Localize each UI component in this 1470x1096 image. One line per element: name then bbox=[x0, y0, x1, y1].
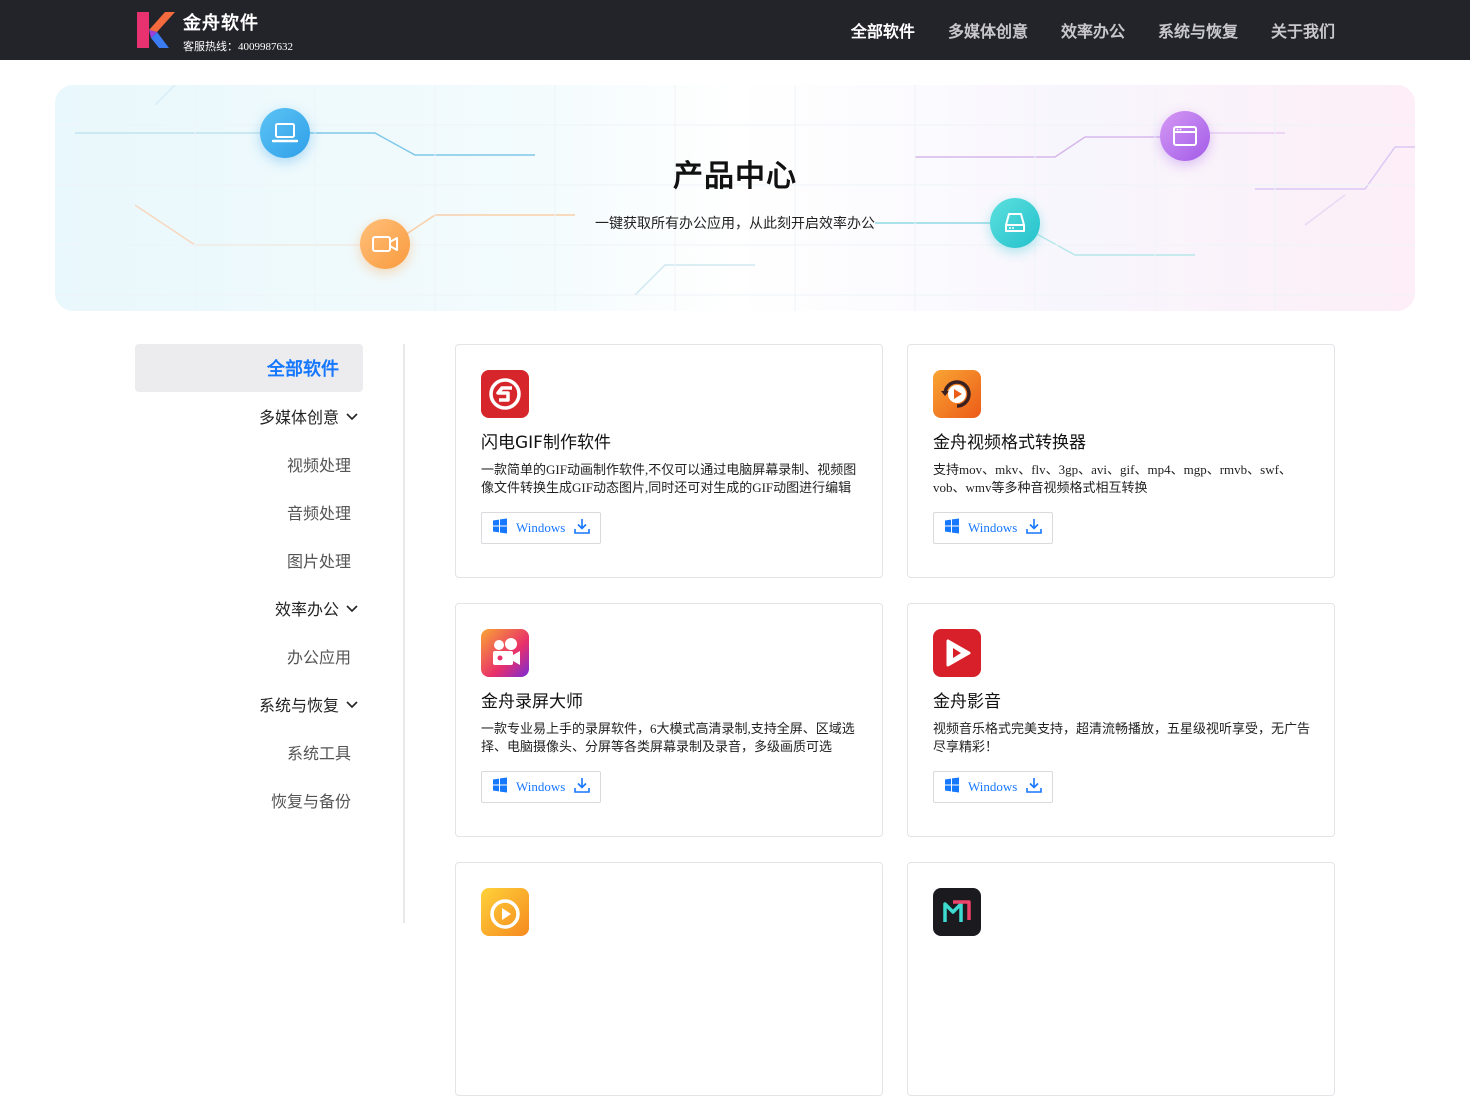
hero-circuit-lines bbox=[55, 85, 1415, 311]
product-card[interactable]: 金舟视频格式转换器 支持mov、mkv、flv、3gp、avi、gif、mp4、… bbox=[907, 344, 1335, 578]
sidebar-divider bbox=[403, 344, 405, 923]
sidebar-item-label: 效率办公 bbox=[274, 600, 339, 619]
dark-product-icon bbox=[933, 888, 981, 936]
nav-multimedia[interactable]: 多媒体创意 bbox=[948, 18, 1028, 42]
sidebar-item-label: 系统与恢复 bbox=[258, 696, 339, 715]
screen-recorder-icon bbox=[481, 629, 529, 677]
sidebar-item-recovery-backup[interactable]: 恢复与备份 bbox=[135, 776, 363, 824]
platform-label: Windows bbox=[968, 520, 1018, 535]
sidebar-group-office[interactable]: 效率办公 bbox=[135, 584, 363, 632]
product-description: 一款专业易上手的录屏软件，6大模式高清录制,支持全屏、区域选择、电脑摄像头、分屏… bbox=[481, 721, 855, 754]
download-icon bbox=[1025, 517, 1043, 539]
sidebar-item-video[interactable]: 视频处理 bbox=[135, 440, 363, 488]
sidebar-item-label: 图片处理 bbox=[286, 552, 351, 571]
download-icon bbox=[573, 776, 591, 798]
gif-maker-icon bbox=[481, 370, 529, 418]
product-card[interactable]: 金舟录屏大师 一款专业易上手的录屏软件，6大模式高清录制,支持全屏、区域选择、电… bbox=[455, 603, 883, 837]
download-icon bbox=[1025, 776, 1043, 798]
sidebar-item-office-apps[interactable]: 办公应用 bbox=[135, 632, 363, 680]
sidebar-item-label: 多媒体创意 bbox=[258, 408, 339, 427]
download-icon bbox=[573, 517, 591, 539]
windows-icon bbox=[492, 518, 508, 538]
product-description: 视频音乐格式完美支持，超清流畅播放，五星级视听享受，无广告尽享精彩！ bbox=[933, 721, 1311, 754]
product-title[interactable]: 金舟录屏大师 bbox=[481, 687, 583, 712]
windows-download-button[interactable]: Windows bbox=[481, 512, 601, 544]
product-description: 一款简单的GIF动画制作软件,不仅可以通过电脑屏幕录制、视频图像文件转换生成GI… bbox=[481, 462, 857, 495]
product-description: 支持mov、mkv、flv、3gp、avi、gif、mp4、mgp、rmvb、s… bbox=[933, 462, 1292, 495]
sidebar-item-all-software[interactable]: 全部软件 bbox=[135, 344, 363, 392]
product-card[interactable] bbox=[455, 862, 883, 1096]
page-subtitle: 一键获取所有办公应用，从此刻开启效率办公 bbox=[595, 216, 875, 232]
platform-label: Windows bbox=[968, 779, 1018, 794]
product-title[interactable]: 金舟视频格式转换器 bbox=[933, 428, 1086, 453]
windows-icon bbox=[492, 777, 508, 797]
main-nav: 全部软件 多媒体创意 效率办公 系统与恢复 关于我们 bbox=[851, 0, 1335, 60]
sidebar-item-label: 办公应用 bbox=[286, 648, 351, 667]
sidebar-item-label: 系统工具 bbox=[286, 744, 351, 763]
windows-icon bbox=[944, 518, 960, 538]
nav-system-recovery[interactable]: 系统与恢复 bbox=[1158, 18, 1238, 42]
platform-label: Windows bbox=[516, 779, 566, 794]
windows-download-button[interactable]: Windows bbox=[481, 771, 601, 803]
product-card[interactable]: 金舟影音 视频音乐格式完美支持，超清流畅播放，五星级视听享受，无广告尽享精彩！ … bbox=[907, 603, 1335, 837]
sidebar-group-system-recovery[interactable]: 系统与恢复 bbox=[135, 680, 363, 728]
chevron-down-icon bbox=[345, 699, 359, 709]
sidebar-item-system-tools[interactable]: 系统工具 bbox=[135, 728, 363, 776]
top-navbar: 金舟软件 客服热线：4009987632 全部软件 多媒体创意 效率办公 系统与… bbox=[0, 0, 1470, 60]
product-title[interactable]: 闪电GIF制作软件 bbox=[481, 428, 611, 453]
platform-label: Windows bbox=[516, 520, 566, 535]
video-converter-icon bbox=[933, 370, 981, 418]
sidebar-item-label: 音频处理 bbox=[286, 504, 351, 523]
nav-all-software[interactable]: 全部软件 bbox=[851, 18, 915, 42]
page-title: 产品中心 bbox=[673, 159, 797, 194]
service-hotline: 客服热线：4009987632 bbox=[183, 41, 293, 53]
product-card[interactable] bbox=[907, 862, 1335, 1096]
product-title[interactable]: 金舟影音 bbox=[933, 687, 1001, 712]
sidebar-item-audio[interactable]: 音频处理 bbox=[135, 488, 363, 536]
brand-name[interactable]: 金舟软件 bbox=[183, 9, 259, 35]
windows-icon bbox=[944, 777, 960, 797]
nav-office[interactable]: 效率办公 bbox=[1061, 18, 1125, 42]
chevron-down-icon bbox=[345, 411, 359, 421]
windows-download-button[interactable]: Windows bbox=[933, 771, 1053, 803]
sidebar-item-image[interactable]: 图片处理 bbox=[135, 536, 363, 584]
sidebar-group-multimedia[interactable]: 多媒体创意 bbox=[135, 392, 363, 440]
chevron-down-icon bbox=[345, 603, 359, 613]
orange-product-icon bbox=[481, 888, 529, 936]
sidebar-item-label: 恢复与备份 bbox=[270, 792, 351, 811]
brand-logo-icon[interactable] bbox=[135, 10, 175, 50]
sidebar-item-label: 全部软件 bbox=[267, 359, 339, 380]
sidebar-item-label: 视频处理 bbox=[286, 456, 351, 475]
windows-download-button[interactable]: Windows bbox=[933, 512, 1053, 544]
nav-about-us[interactable]: 关于我们 bbox=[1271, 18, 1335, 42]
media-player-icon bbox=[933, 629, 981, 677]
category-sidebar: 全部软件 多媒体创意 视频处理 音频处理 图片处理 效率办公 办公应用 系统与恢… bbox=[135, 344, 363, 824]
product-card[interactable]: 闪电GIF制作软件 一款简单的GIF动画制作软件,不仅可以通过电脑屏幕录制、视频… bbox=[455, 344, 883, 578]
hero-banner: 产品中心 一键获取所有办公应用，从此刻开启效率办公 bbox=[55, 85, 1415, 311]
